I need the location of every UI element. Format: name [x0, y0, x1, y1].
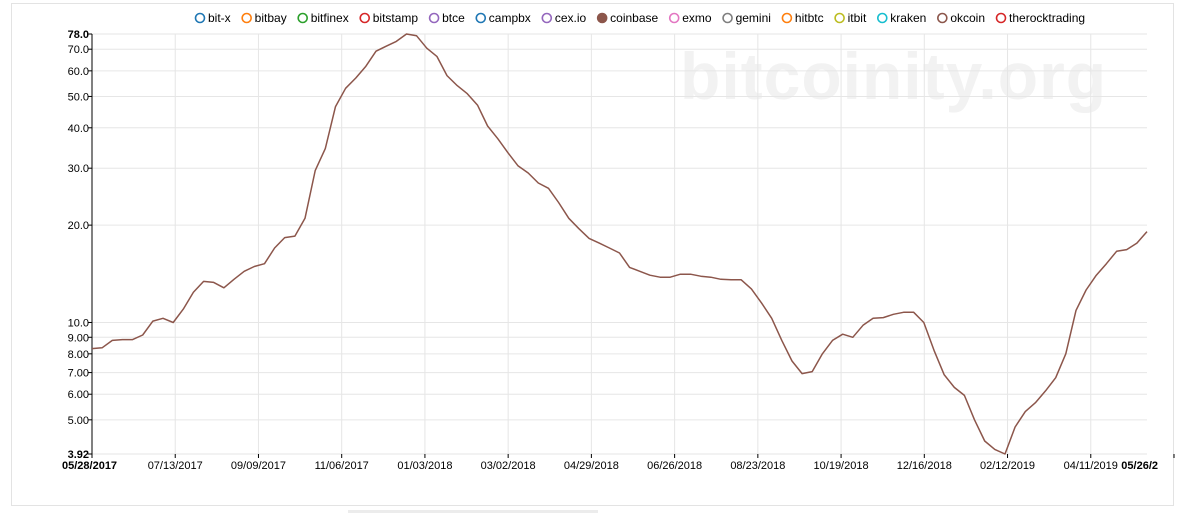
legend-label: hitbtc — [795, 11, 824, 25]
legend-item-bitbay[interactable]: bitbay — [241, 11, 287, 25]
y-tick-label: 5.00 — [68, 415, 89, 427]
y-tick-label: 70.0 — [68, 44, 89, 56]
legend-item-okcoin[interactable]: okcoin — [937, 11, 985, 25]
x-tick-label: 05/28/2017 — [62, 460, 117, 472]
x-tick-label: 04/29/2018 — [564, 460, 619, 472]
legend-label: btce — [442, 11, 465, 25]
legend-marker — [722, 12, 733, 24]
legend-item-coinbase[interactable]: coinbase — [596, 11, 659, 25]
legend-item-bitstamp[interactable]: bitstamp — [359, 11, 419, 25]
legend-marker — [359, 12, 371, 24]
legend-marker — [834, 12, 845, 24]
x-tick-label: 04/11/2019 — [1064, 460, 1118, 472]
legend-label: bit-x — [208, 11, 231, 25]
series-layer — [91, 33, 1148, 455]
x-tick-label: 03/02/2018 — [481, 460, 536, 472]
legend-label: itbit — [848, 11, 867, 25]
legend-marker — [596, 12, 608, 24]
y-tick-label: 6.00 — [68, 389, 89, 401]
legend-item-bit-x[interactable]: bit-x — [194, 11, 231, 25]
legend-item-exmo[interactable]: exmo — [668, 11, 712, 25]
legend-marker — [937, 12, 948, 24]
legend-item-kraken[interactable]: kraken — [876, 11, 927, 25]
legend-marker — [541, 12, 553, 24]
legend-marker — [876, 12, 888, 24]
legend-marker — [995, 12, 1007, 24]
x-tick-label: 11/06/2017 — [315, 460, 369, 472]
y-tick-label: 78.0 — [68, 29, 89, 41]
legend-label: exmo — [682, 11, 712, 25]
line-chart: 3.925.006.007.008.009.0010.020.030.040.0… — [62, 11, 1175, 472]
legend-marker — [297, 12, 309, 24]
y-tick-label: 50.0 — [68, 91, 89, 103]
legend-label: bitstamp — [373, 11, 419, 25]
legend-item-btce[interactable]: btce — [428, 11, 466, 25]
x-tick-label: 09/09/2017 — [231, 460, 286, 472]
legend-label: cex.io — [555, 11, 587, 25]
legend-item-gemini[interactable]: gemini — [722, 11, 771, 25]
y-tick-label: 30.0 — [68, 163, 89, 175]
x-tick-label: 08/23/2018 — [730, 460, 785, 472]
y-tick-label: 7.00 — [68, 368, 89, 380]
y-tick-label: 40.0 — [68, 123, 89, 135]
y-tick-label: 20.0 — [68, 220, 89, 232]
x-tick-label: 01/03/2018 — [397, 460, 452, 472]
legend-marker — [194, 12, 206, 24]
legend-label: gemini — [736, 11, 771, 25]
y-tick-label: 8.00 — [68, 349, 89, 361]
legend-marker — [241, 12, 252, 24]
legend-label: bitbay — [255, 11, 287, 25]
x-tick-label: 12/16/2018 — [897, 460, 952, 472]
grid — [92, 33, 1147, 455]
y-tick-label: 60.0 — [68, 66, 89, 78]
legend-item-itbit[interactable]: itbit — [834, 11, 867, 25]
x-tick-label: 02/12/2019 — [980, 460, 1035, 472]
legend-item-bitfinex[interactable]: bitfinex — [297, 11, 349, 25]
legend-item-campbx[interactable]: campbx — [475, 11, 531, 25]
legend: bit-x bitbay bitfinex bitstamp btce campbx cex… — [194, 11, 1086, 25]
legend-label: campbx — [489, 11, 531, 25]
y-tick-label: 9.00 — [68, 332, 89, 344]
legend-label: bitfinex — [311, 11, 349, 25]
x-tick-label: 05/26/2 — [1121, 460, 1158, 472]
legend-label: kraken — [890, 11, 926, 25]
x-tick-label: 06/26/2018 — [647, 460, 702, 472]
legend-marker — [428, 12, 440, 24]
legend-marker — [475, 12, 487, 24]
legend-item-hitbtc[interactable]: hitbtc — [781, 11, 824, 25]
legend-label: therocktrading — [1009, 11, 1085, 25]
legend-marker — [781, 12, 793, 24]
x-tick-label: 07/13/2017 — [148, 460, 203, 472]
legend-label: okcoin — [950, 11, 985, 25]
legend-label: coinbase — [610, 11, 658, 25]
legend-item-therocktrading[interactable]: therocktrading — [995, 11, 1086, 25]
legend-item-cex-io[interactable]: cex.io — [541, 11, 587, 25]
x-tick-label: 10/19/2018 — [814, 460, 869, 472]
legend-marker — [668, 12, 680, 24]
series-line-coinbase — [91, 33, 1148, 455]
y-tick-label: 10.0 — [68, 317, 89, 329]
